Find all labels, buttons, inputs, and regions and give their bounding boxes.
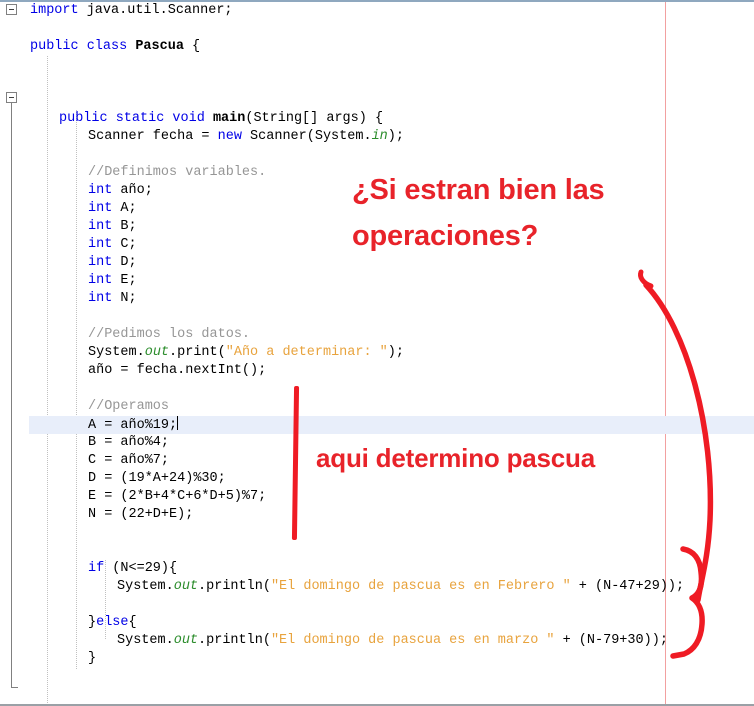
code-token-plain: B; <box>112 219 137 234</box>
code-line[interactable]: public class Pascua { <box>30 38 200 56</box>
code-line[interactable]: //Definimos variables. <box>88 164 266 182</box>
code-line[interactable]: int N; <box>88 290 137 308</box>
code-token-plain: ); <box>387 129 404 144</box>
code-token-plain: + (N-47+29)); <box>570 579 685 594</box>
code-line[interactable]: int B; <box>88 218 137 236</box>
code-token-plain: } <box>88 615 97 630</box>
code-token-plain: C = año%7; <box>88 453 170 468</box>
code-line[interactable]: }else{ <box>88 614 137 632</box>
code-line[interactable]: import java.util.Scanner; <box>30 2 233 20</box>
code-token-plain: .println( <box>198 633 271 648</box>
code-token-fld: out <box>144 345 170 360</box>
code-token-kw: int <box>88 291 113 306</box>
code-token-plain: E; <box>112 273 137 288</box>
code-line[interactable]: E = (2*B+4*C+6*D+5)%7; <box>88 488 266 506</box>
code-token-cmt: //Definimos variables. <box>88 165 267 180</box>
code-line[interactable]: año = fecha.nextInt(); <box>88 362 266 380</box>
code-line[interactable]: int E; <box>88 272 137 290</box>
code-line[interactable]: B = año%4; <box>88 434 169 452</box>
code-token-fld: out <box>173 579 199 594</box>
code-line[interactable]: } <box>88 650 96 668</box>
code-token-plain: ); <box>387 345 404 360</box>
code-token-plain: E = (2*B+4*C+6*D+5)%7; <box>88 489 267 504</box>
code-token-kw: int <box>88 183 113 198</box>
code-token-cmt: //Operamos <box>88 399 170 414</box>
code-token-plain: (N<=29){ <box>104 561 178 576</box>
code-token-plain: + (N-79+30)); <box>554 633 668 648</box>
code-token-kw: new <box>217 129 242 144</box>
code-token-str: "Año a determinar: " <box>225 345 388 360</box>
code-token-plain: System. <box>88 345 145 360</box>
code-token-kw: int <box>88 255 113 270</box>
code-line[interactable]: System.out.print("Año a determinar: "); <box>88 344 404 362</box>
code-token-plain: java.util.Scanner; <box>78 3 233 18</box>
code-token-kw: int <box>88 273 113 288</box>
code-token-kw: public class <box>30 39 136 54</box>
code-token-kw: else <box>96 615 129 630</box>
code-token-plain: año; <box>112 183 153 198</box>
code-token-plain: .print( <box>169 345 226 360</box>
code-text-area[interactable]: import java.util.Scanner; public class Pa… <box>0 0 754 706</box>
code-token-fld: out <box>173 633 199 648</box>
code-token-str: "El domingo de pascua es en marzo " <box>270 633 555 648</box>
code-token-plain: B = año%4; <box>88 435 170 450</box>
code-line[interactable]: int D; <box>88 254 137 272</box>
code-token-kw: if <box>88 561 105 576</box>
code-token-str: "El domingo de pascua es en Febrero " <box>270 579 571 594</box>
code-line[interactable]: D = (19*A+24)%30; <box>88 470 226 488</box>
code-line[interactable]: //Pedimos los datos. <box>88 326 250 344</box>
code-token-plain: (String[] args) { <box>245 111 384 126</box>
code-line[interactable]: //Operamos <box>88 398 169 416</box>
code-token-plain: C; <box>112 237 137 252</box>
code-line[interactable]: if (N<=29){ <box>88 560 177 578</box>
text-caret <box>177 416 179 430</box>
code-token-plain: año = fecha.nextInt(); <box>88 363 267 378</box>
code-line[interactable]: System.out.println("El domingo de pascua… <box>117 578 684 596</box>
code-line[interactable]: Scanner fecha = new Scanner(System.in); <box>88 128 404 146</box>
code-token-plain: N = (22+D+E); <box>88 507 194 522</box>
code-token-kw: public static void <box>59 111 213 126</box>
code-token-plain: A; <box>112 201 137 216</box>
code-token-plain: D; <box>112 255 137 270</box>
code-token-plain: System. <box>117 633 174 648</box>
code-token-plain: N; <box>112 291 137 306</box>
java-code-editor[interactable]: import java.util.Scanner; public class Pa… <box>0 0 754 706</box>
code-token-plain: { <box>128 615 137 630</box>
code-token-bold: Pascua <box>135 39 184 54</box>
code-token-fld: in <box>371 129 388 144</box>
code-line[interactable]: int C; <box>88 236 137 254</box>
code-token-plain: { <box>183 39 201 54</box>
code-token-plain: .println( <box>198 579 271 594</box>
code-line[interactable]: System.out.println("El domingo de pascua… <box>117 632 668 650</box>
code-token-kw: int <box>88 201 113 216</box>
code-token-cmt: //Pedimos los datos. <box>88 327 251 342</box>
code-token-kw: int <box>88 237 113 252</box>
code-token-bold: main <box>212 111 246 126</box>
code-line[interactable]: C = año%7; <box>88 452 169 470</box>
code-token-plain: A = año%19; <box>88 418 178 433</box>
code-token-kw: int <box>88 219 113 234</box>
code-token-kw: import <box>30 3 79 18</box>
code-token-plain: Scanner fecha = <box>88 129 218 144</box>
code-line[interactable]: public static void main(String[] args) { <box>59 110 383 128</box>
code-token-plain: } <box>88 651 97 666</box>
code-line[interactable]: int A; <box>88 200 137 218</box>
code-token-plain: Scanner(System. <box>241 129 372 144</box>
code-token-plain: System. <box>117 579 174 594</box>
code-line[interactable]: A = año%19; <box>88 416 179 434</box>
code-line[interactable]: int año; <box>88 182 153 200</box>
code-line[interactable]: N = (22+D+E); <box>88 506 193 524</box>
code-token-plain: D = (19*A+24)%30; <box>88 471 226 486</box>
